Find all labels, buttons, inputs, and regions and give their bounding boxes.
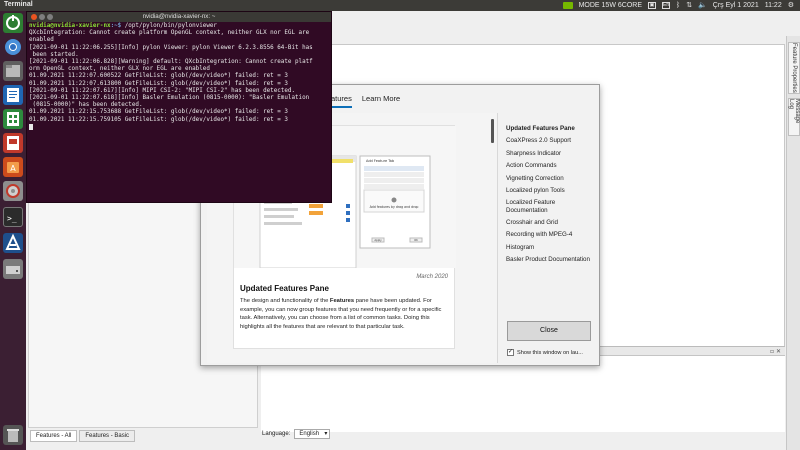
terminal-line: QXcbIntegration: Cannot create platform … [29, 30, 310, 37]
power-gear-icon[interactable]: ⚙ [788, 1, 794, 9]
power-mode-label[interactable]: MODE 15W 6CORE [579, 2, 642, 9]
writer-icon[interactable] [3, 85, 23, 105]
feature-item-localized-pylon-tools[interactable]: Localized pylon Tools [506, 187, 594, 194]
terminal-line: [2021-09-01 11:22:06.828][Warning] defau… [29, 59, 313, 66]
terminal-line: [2021-09-01 11:22:06.255][Info] pylon Vi… [29, 44, 313, 51]
prompt-path: :~$ [110, 23, 125, 29]
terminal-window: nvidia@nvidia-xavier-nx: ~ nvidia@nvidia… [26, 11, 332, 203]
network-icon[interactable]: ⇅ [686, 1, 692, 9]
terminal-line: 01.09.2021 11:22:07.600522 GetFileList: … [29, 73, 288, 80]
card-title: Updated Features Pane [240, 284, 329, 293]
feature-item-coaxpress[interactable]: CoaXPress 2.0 Support [506, 137, 594, 144]
tab-message-log[interactable]: Message Log [788, 98, 800, 136]
svg-text:A: A [10, 164, 16, 173]
dialog-tabs: atures Learn More [331, 94, 400, 108]
card-date: March 2020 [416, 274, 448, 280]
window-controls [31, 14, 53, 20]
system-top-bar: Terminal MODE 15W 6CORE ▣ En ᛒ ⇅ 🔈 Çrş E… [0, 0, 800, 11]
terminal-line: (0815-0000)" has been detected. [29, 102, 143, 109]
terminal-icon[interactable]: >_ [3, 207, 23, 227]
terminal-title: nvidia@nvidia-xavier-nx: ~ [142, 13, 216, 20]
popup-apply: Apply [374, 238, 382, 242]
feature-item-updated-features-pane[interactable]: Updated Features Pane [506, 125, 594, 132]
feature-list-pane: Updated Features Pane CoaXPress 2.0 Supp… [497, 113, 597, 363]
clock-label[interactable]: 11:22 [765, 2, 782, 9]
svg-text:>_: >_ [7, 214, 17, 223]
tab-learn-more[interactable]: Learn More [362, 94, 400, 108]
trash-icon[interactable] [3, 425, 23, 445]
tab-features-basic[interactable]: Features - Basic [79, 430, 136, 442]
terminal-line: 01.09.2021 11:22:15.759105 GetFileList: … [29, 116, 288, 123]
bluetooth-icon[interactable]: ᛒ [676, 2, 680, 9]
feature-item-sharpness-indicator[interactable]: Sharpness Indicator [506, 150, 594, 157]
impress-icon[interactable] [3, 133, 23, 153]
terminal-titlebar[interactable]: nvidia@nvidia-xavier-nx: ~ [27, 12, 331, 22]
feature-item-histogram[interactable]: Histogram [506, 244, 594, 251]
feature-item-crosshair-grid[interactable]: Crosshair and Grid [506, 219, 594, 226]
terminal-line: enabled [29, 37, 54, 44]
prompt-command: /opt/pylon/bin/pylonviewer [124, 23, 217, 29]
maximize-icon[interactable] [47, 14, 53, 20]
tab-features-all[interactable]: Features - All [30, 430, 78, 442]
terminal-cursor [29, 123, 33, 130]
features-bottom-tabs: Features - All Features - Basic [30, 430, 136, 442]
launcher-dock: A >_ [0, 11, 26, 450]
card-scrollbar[interactable] [491, 119, 494, 143]
feature-item-basler-product-docs[interactable]: Basler Product Documentation [506, 256, 594, 263]
tab-feature-properties[interactable]: Feature Properties [788, 42, 800, 94]
show-on-launch-row: ✓ Show this window on lau... [507, 349, 583, 356]
calc-icon[interactable] [3, 109, 23, 129]
pylon-viewer-icon[interactable] [3, 233, 23, 253]
terminal-line: been started. [29, 51, 79, 58]
language-select[interactable]: English [294, 429, 331, 439]
feature-item-vignetting-correction[interactable]: Vignetting Correction [506, 175, 594, 182]
minimize-icon[interactable] [39, 14, 45, 20]
show-on-launch-label: Show this window on lau... [517, 349, 583, 356]
active-app-name: Terminal [4, 1, 33, 8]
files-icon[interactable] [3, 61, 23, 81]
feature-list: Updated Features Pane CoaXPress 2.0 Supp… [506, 125, 594, 269]
keyboard-layout-label[interactable]: En [662, 1, 670, 9]
tab-new-features[interactable]: atures [331, 94, 352, 108]
date-label[interactable]: Çrş Eyl 1 2021 [713, 2, 759, 9]
terminal-line: 01.09.2021 11:22:07.613800 GetFileList: … [29, 80, 288, 87]
terminal-line: orm OpenGL context, neither GLX nor EGL … [29, 66, 210, 73]
log-panel-controls-icon[interactable]: ▫ ✕ [770, 348, 781, 355]
prompt-user: nvidia@nvidia-xavier-nx [29, 23, 111, 29]
feature-item-recording-mpeg4[interactable]: Recording with MPEG-4 [506, 231, 594, 238]
close-button[interactable]: Close [507, 321, 591, 341]
right-dock: Feature Properties Message Log [786, 36, 800, 450]
card-description: The design and functionality of the Feat… [240, 298, 442, 330]
popup-title: Add Feature Tab [366, 159, 395, 163]
nvidia-icon[interactable] [562, 1, 573, 9]
chromium-icon[interactable] [3, 37, 23, 57]
settings-icon[interactable] [3, 181, 23, 201]
terminal-line: 01.09.2021 11:22:15.753688 GetFileList: … [29, 109, 288, 116]
software-center-icon[interactable]: A [3, 157, 23, 177]
drive-icon[interactable] [3, 259, 23, 279]
terminal-line: [2021-09-01 11:22:07.618][Info] Basler E… [29, 95, 310, 102]
popup-ok: OK [414, 238, 418, 242]
system-tray: MODE 15W 6CORE ▣ En ᛒ ⇅ 🔈 Çrş Eyl 1 2021… [562, 1, 794, 9]
language-label: Language: [262, 431, 291, 437]
feature-item-action-commands[interactable]: Action Commands [506, 162, 594, 169]
language-row: Language: English [262, 429, 331, 439]
show-on-launch-checkbox[interactable]: ✓ [507, 349, 514, 356]
home-launcher-icon[interactable] [3, 13, 23, 33]
terminal-output[interactable]: nvidia@nvidia-xavier-nx:~$ /opt/pylon/bi… [29, 23, 331, 132]
terminal-line: [2021-09-01 11:22:07.617][Info] MIPI CSI… [29, 87, 295, 94]
close-icon[interactable] [31, 14, 37, 20]
popup-hint: Add features by drag and drop [370, 205, 419, 209]
feature-item-localized-feature-docs[interactable]: Localized Feature Documentation [506, 199, 594, 213]
volume-icon[interactable]: 🔈 [698, 1, 707, 9]
dropbox-icon[interactable]: ▣ [648, 1, 656, 9]
